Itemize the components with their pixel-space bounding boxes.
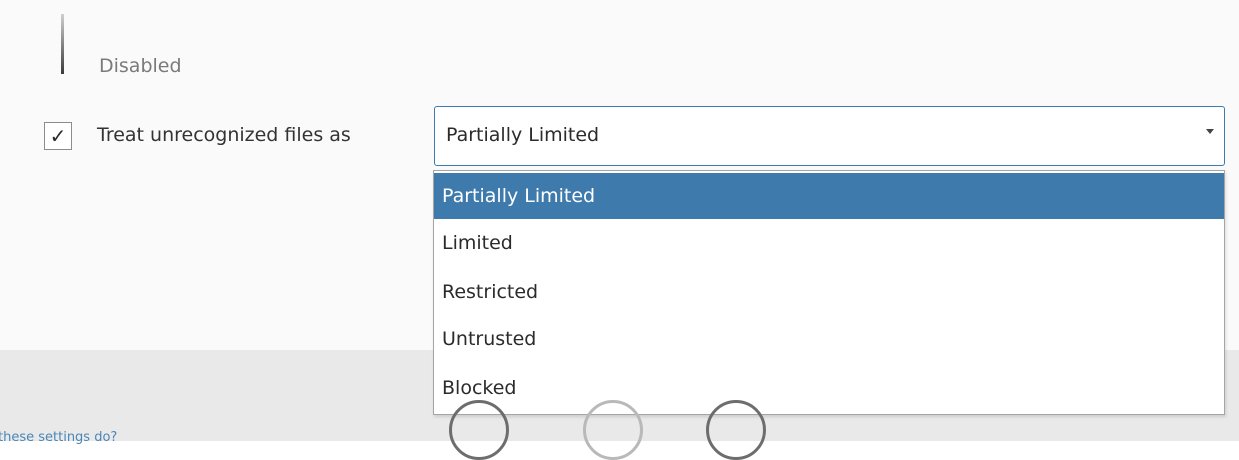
footer-circle-icon[interactable] — [449, 400, 509, 460]
unrecognized-files-level-dropdown: Partially Limited Limited Restricted Unt… — [433, 170, 1225, 415]
select-current-value: Partially Limited — [446, 124, 600, 146]
dropdown-option-blocked[interactable]: Blocked — [434, 365, 1224, 411]
treat-unrecognized-checkbox[interactable]: ✓ — [44, 122, 72, 150]
chevron-down-icon[interactable] — [1206, 129, 1214, 134]
unrecognized-files-level-select[interactable]: Partially Limited — [434, 106, 1225, 166]
dropdown-option-restricted[interactable]: Restricted — [434, 269, 1224, 315]
security-level-label: Disabled — [99, 55, 182, 77]
dropdown-option-untrusted[interactable]: Untrusted — [434, 316, 1224, 362]
security-level-slider-tick[interactable] — [61, 14, 64, 74]
dropdown-option-partially-limited[interactable]: Partially Limited — [434, 173, 1224, 219]
check-icon: ✓ — [49, 124, 67, 148]
dropdown-option-limited[interactable]: Limited — [434, 220, 1224, 266]
footer-circle-icon[interactable] — [706, 400, 766, 460]
footer-circle-icon[interactable] — [583, 400, 643, 460]
settings-help-link[interactable]: these settings do? — [0, 430, 117, 445]
treat-unrecognized-label[interactable]: Treat unrecognized files as — [97, 124, 351, 146]
